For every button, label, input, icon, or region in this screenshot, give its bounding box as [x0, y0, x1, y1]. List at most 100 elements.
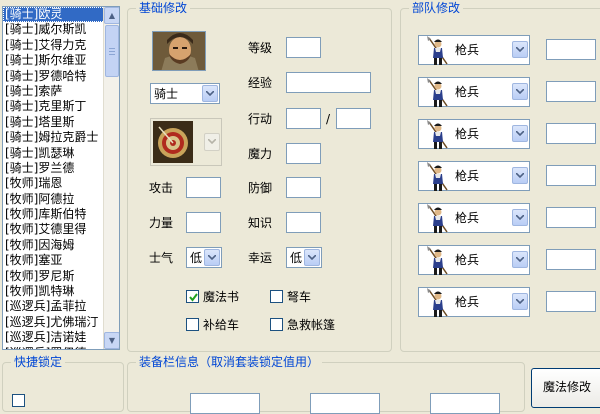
- army-slot-unit: 枪兵: [455, 253, 480, 267]
- chevron-down-icon[interactable]: [204, 133, 220, 151]
- hero-list-item[interactable]: [牧师]塞亚: [3, 253, 105, 268]
- hero-list-item[interactable]: [巡逻兵]孟菲拉: [3, 299, 105, 314]
- pikeman-icon: [425, 204, 451, 237]
- morale-value: 低: [190, 251, 203, 265]
- army-slot-7-count[interactable]: [546, 291, 596, 312]
- hero-class-select[interactable]: 骑士: [150, 83, 220, 104]
- hero-class-value: 骑士: [154, 87, 179, 101]
- hero-list-item[interactable]: [巡逻兵]尤佛瑞汀: [3, 315, 105, 330]
- army-slot-6-count[interactable]: [546, 249, 596, 270]
- quick-lock-checkbox[interactable]: [12, 394, 25, 407]
- equipment-input-3[interactable]: [430, 393, 500, 414]
- hero-list-item[interactable]: [骑士]艾得力克: [3, 38, 105, 53]
- hero-list-item[interactable]: [骑士]欧灵: [3, 7, 105, 23]
- equipment-title: 装备栏信息（取消套装锁定值用）: [136, 355, 323, 369]
- chevron-down-icon[interactable]: [202, 85, 218, 102]
- army-modify-title: 部队修改: [409, 1, 464, 15]
- army-slot-2-count[interactable]: [546, 81, 596, 102]
- defense-label: 防御: [248, 181, 273, 195]
- power-input[interactable]: [186, 212, 221, 233]
- army-slot-4-count[interactable]: [546, 165, 596, 186]
- move-max-input[interactable]: [336, 108, 371, 129]
- hero-list-scrollbar[interactable]: ▲ ▼: [103, 7, 119, 349]
- scroll-down-arrow-icon[interactable]: ▼: [104, 332, 119, 349]
- ballista-checkbox[interactable]: [270, 290, 283, 303]
- equipment-input-2[interactable]: [310, 393, 380, 414]
- hero-list-item[interactable]: [骑士]罗兰德: [3, 161, 105, 176]
- attack-label: 攻击: [149, 181, 174, 195]
- army-slot-3-select[interactable]: 枪兵: [418, 119, 530, 149]
- luck-label: 幸运: [248, 251, 273, 265]
- magic-modify-button[interactable]: 魔法修改: [531, 368, 600, 408]
- mana-label: 魔力: [248, 147, 273, 161]
- hero-list-items: [骑士]欧灵 [骑士]威尔斯凯 [骑士]艾得力克 [骑士]斯尔维亚 [骑士]罗德哈特 [骑…: [3, 7, 105, 349]
- hero-list-item[interactable]: [骑士]斯尔维亚: [3, 53, 105, 68]
- hero-list-item[interactable]: [巡逻兵]罗伊德: [3, 346, 105, 349]
- army-slot-5-select[interactable]: 枪兵: [418, 203, 530, 233]
- level-input[interactable]: [286, 37, 321, 58]
- chevron-down-icon[interactable]: [304, 249, 320, 266]
- hero-list-item[interactable]: [牧师]艾德里得: [3, 222, 105, 237]
- equipment-input-1[interactable]: [190, 393, 260, 414]
- army-slot-unit: 枪兵: [455, 169, 480, 183]
- exp-input[interactable]: [286, 72, 371, 93]
- specialty-select[interactable]: [150, 118, 222, 166]
- mana-input[interactable]: [286, 143, 321, 164]
- chevron-down-icon[interactable]: [204, 249, 220, 266]
- ammo-cart-checkbox[interactable]: [186, 318, 199, 331]
- hero-list-item[interactable]: [牧师]凯特琳: [3, 284, 105, 299]
- morale-select[interactable]: 低: [186, 247, 222, 268]
- spellbook-checkbox[interactable]: [186, 290, 199, 303]
- first-aid-label: 急救帐篷: [287, 318, 336, 332]
- luck-select[interactable]: 低: [286, 247, 322, 268]
- ammo-cart-label: 补给车: [203, 318, 240, 332]
- army-slot-2-select[interactable]: 枪兵: [418, 77, 530, 107]
- first-aid-checkbox[interactable]: [270, 318, 283, 331]
- hero-list-item[interactable]: [骑士]克里斯丁: [3, 99, 105, 114]
- pikeman-icon: [425, 36, 451, 69]
- hero-list-item[interactable]: [牧师]因海姆: [3, 238, 105, 253]
- chevron-down-icon[interactable]: [512, 209, 528, 226]
- pikeman-icon: [425, 162, 451, 195]
- scroll-thumb[interactable]: [105, 25, 119, 77]
- army-slot-1-select[interactable]: 枪兵: [418, 35, 530, 65]
- attack-input[interactable]: [186, 177, 221, 198]
- chevron-down-icon[interactable]: [512, 41, 528, 58]
- hero-list-item[interactable]: [牧师]阿德拉: [3, 192, 105, 207]
- chevron-down-icon[interactable]: [512, 83, 528, 100]
- army-slot-unit: 枪兵: [455, 85, 480, 99]
- hero-list-item[interactable]: [骑士]姆拉克爵士: [3, 130, 105, 145]
- defense-input[interactable]: [286, 177, 321, 198]
- chevron-down-icon[interactable]: [512, 293, 528, 310]
- army-slot-4-select[interactable]: 枪兵: [418, 161, 530, 191]
- hero-list[interactable]: [骑士]欧灵 [骑士]威尔斯凯 [骑士]艾得力克 [骑士]斯尔维亚 [骑士]罗德哈特 [骑…: [2, 6, 120, 350]
- hero-list-item[interactable]: [骑士]罗德哈特: [3, 69, 105, 84]
- hero-list-item[interactable]: [牧师]库斯伯特: [3, 207, 105, 222]
- move-current-input[interactable]: [286, 108, 321, 129]
- pikeman-icon: [425, 246, 451, 279]
- hero-list-item[interactable]: [骑士]索萨: [3, 84, 105, 99]
- hero-list-item[interactable]: [骑士]凯瑟琳: [3, 146, 105, 161]
- hero-portrait[interactable]: [152, 31, 206, 71]
- army-slot-6-select[interactable]: 枪兵: [418, 245, 530, 275]
- chevron-down-icon[interactable]: [512, 167, 528, 184]
- move-separator: /: [326, 112, 331, 126]
- level-label: 等级: [248, 41, 273, 55]
- hero-list-item[interactable]: [牧师]罗尼斯: [3, 269, 105, 284]
- basic-modify-title: 基础修改: [136, 1, 191, 15]
- checkmark-icon: [189, 293, 198, 302]
- scroll-up-arrow-icon[interactable]: ▲: [104, 7, 119, 24]
- hero-list-item[interactable]: [巡逻兵]洁诺娃: [3, 330, 105, 345]
- hero-list-item[interactable]: [牧师]瑞恩: [3, 176, 105, 191]
- army-slot-5-count[interactable]: [546, 207, 596, 228]
- chevron-down-icon[interactable]: [512, 125, 528, 142]
- army-slot-unit: 枪兵: [455, 43, 480, 57]
- army-slot-7-select[interactable]: 枪兵: [418, 287, 530, 317]
- army-slot-1-count[interactable]: [546, 39, 596, 60]
- hero-list-item[interactable]: [骑士]塔里斯: [3, 115, 105, 130]
- army-slot-3-count[interactable]: [546, 123, 596, 144]
- pikeman-icon: [425, 78, 451, 111]
- hero-list-item[interactable]: [骑士]威尔斯凯: [3, 22, 105, 37]
- chevron-down-icon[interactable]: [512, 251, 528, 268]
- knowledge-input[interactable]: [286, 212, 321, 233]
